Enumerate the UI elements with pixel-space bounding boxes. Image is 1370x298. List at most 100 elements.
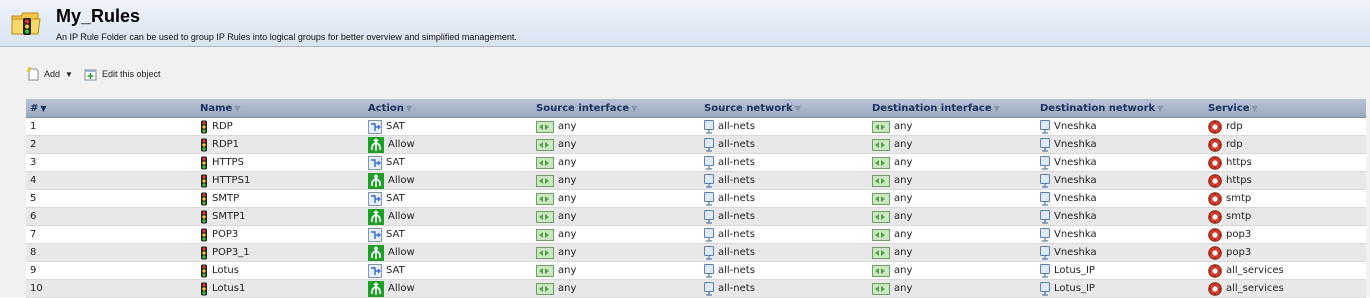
- rule-name[interactable]: HTTPS: [212, 157, 244, 168]
- rule-name[interactable]: RDP: [212, 121, 233, 132]
- table-row[interactable]: 10 Lotus1 Allow any all-nets any Lotus_IP all_s…: [26, 279, 1366, 298]
- service[interactable]: https: [1226, 175, 1252, 186]
- sort-icon: ▼: [1157, 103, 1164, 113]
- network-object-icon: [704, 173, 714, 188]
- interface-icon: [872, 246, 890, 259]
- column-header-destination-network[interactable]: Destination network ▼: [1036, 99, 1204, 118]
- column-header-source-interface[interactable]: Source interface ▼: [532, 99, 700, 118]
- destination-interface[interactable]: any: [894, 283, 912, 294]
- destination-network[interactable]: Vneshka: [1054, 247, 1097, 258]
- table-row[interactable]: 6 SMTP1 Allow any all-nets any Vneshka smtp: [26, 207, 1366, 226]
- source-interface[interactable]: any: [558, 211, 576, 222]
- interface-icon: [536, 264, 554, 277]
- source-interface[interactable]: any: [558, 229, 576, 240]
- destination-interface[interactable]: any: [894, 157, 912, 168]
- destination-interface[interactable]: any: [894, 265, 912, 276]
- service[interactable]: all_services: [1226, 283, 1284, 294]
- column-header-source-network[interactable]: Source network ▼: [700, 99, 868, 118]
- table-row[interactable]: 7 POP3 SAT any all-nets any Vneshka pop3: [26, 225, 1366, 244]
- destination-network[interactable]: Vneshka: [1054, 229, 1097, 240]
- network-object-icon: [704, 263, 714, 278]
- add-button[interactable]: Add ▼: [26, 66, 73, 82]
- source-interface[interactable]: any: [558, 265, 576, 276]
- destination-network[interactable]: Vneshka: [1054, 121, 1097, 132]
- destination-network[interactable]: Lotus_IP: [1054, 265, 1095, 276]
- network-object-icon: [704, 119, 714, 134]
- source-interface[interactable]: any: [558, 139, 576, 150]
- service[interactable]: smtp: [1226, 211, 1251, 222]
- edit-object-button[interactable]: Edit this object: [84, 66, 161, 82]
- destination-network[interactable]: Vneshka: [1054, 139, 1097, 150]
- source-interface[interactable]: any: [558, 283, 576, 294]
- rule-name[interactable]: Lotus: [212, 265, 239, 276]
- network-object-icon: [704, 209, 714, 224]
- source-network[interactable]: all-nets: [718, 265, 755, 276]
- rule-number: 9: [26, 261, 196, 280]
- service[interactable]: pop3: [1226, 229, 1251, 240]
- source-network[interactable]: all-nets: [718, 211, 755, 222]
- service[interactable]: rdp: [1226, 139, 1243, 150]
- source-network[interactable]: all-nets: [718, 139, 755, 150]
- source-network[interactable]: all-nets: [718, 121, 755, 132]
- sort-icon: ▼: [631, 103, 638, 113]
- sort-icon: ▼: [405, 103, 413, 113]
- rule-name[interactable]: SMTP: [212, 193, 239, 204]
- destination-network[interactable]: Vneshka: [1054, 211, 1097, 222]
- allow-action-icon: [368, 244, 384, 261]
- destination-interface[interactable]: any: [894, 121, 912, 132]
- column-header-action[interactable]: Action ▼: [364, 99, 532, 118]
- rule-number: 8: [26, 243, 196, 262]
- allow-action-icon: [368, 208, 384, 225]
- service[interactable]: pop3: [1226, 247, 1251, 258]
- sort-icon: ▼: [993, 103, 1000, 113]
- rule-name[interactable]: POP3_1: [212, 247, 250, 258]
- table-row[interactable]: 9 Lotus SAT any all-nets any Lotus_IP all_servi…: [26, 261, 1366, 280]
- service[interactable]: all_services: [1226, 265, 1284, 276]
- source-network[interactable]: all-nets: [718, 193, 755, 204]
- service[interactable]: smtp: [1226, 193, 1251, 204]
- rule-name[interactable]: HTTPS1: [212, 175, 250, 186]
- rule-action: SAT: [386, 121, 405, 132]
- table-row[interactable]: 2 RDP1 Allow any all-nets any Vneshka rdp: [26, 135, 1366, 154]
- table-row[interactable]: 5 SMTP SAT any all-nets any Vneshka smtp: [26, 189, 1366, 208]
- rule-name[interactable]: POP3: [212, 229, 238, 240]
- network-object-icon: [1040, 209, 1050, 224]
- source-interface[interactable]: any: [558, 121, 576, 132]
- column-header-destination-interface[interactable]: Destination interface ▼: [868, 99, 1036, 118]
- destination-interface[interactable]: any: [894, 139, 912, 150]
- destination-interface[interactable]: any: [894, 247, 912, 258]
- table-row[interactable]: 8 POP3_1 Allow any all-nets any Vneshka pop3: [26, 243, 1366, 262]
- destination-network[interactable]: Vneshka: [1054, 175, 1097, 186]
- source-network[interactable]: all-nets: [718, 283, 755, 294]
- destination-interface[interactable]: any: [894, 175, 912, 186]
- destination-interface[interactable]: any: [894, 229, 912, 240]
- source-network[interactable]: all-nets: [718, 247, 755, 258]
- destination-interface[interactable]: any: [894, 193, 912, 204]
- column-header-name[interactable]: Name ▼: [196, 99, 364, 118]
- column-header-service[interactable]: Service ▼: [1204, 99, 1366, 118]
- table-row[interactable]: 4 HTTPS1 Allow any all-nets any Vneshka https: [26, 171, 1366, 190]
- destination-network[interactable]: Vneshka: [1054, 157, 1097, 168]
- table-row[interactable]: 3 HTTPS SAT any all-nets any Vneshka https: [26, 153, 1366, 172]
- source-network[interactable]: all-nets: [718, 157, 755, 168]
- traffic-light-icon: [201, 228, 207, 241]
- destination-network[interactable]: Lotus_IP: [1054, 283, 1095, 294]
- service-icon: [1208, 137, 1222, 152]
- destination-interface[interactable]: any: [894, 211, 912, 222]
- service-icon: [1208, 245, 1222, 260]
- source-interface[interactable]: any: [558, 193, 576, 204]
- rule-name[interactable]: Lotus1: [212, 283, 245, 294]
- source-network[interactable]: all-nets: [718, 175, 755, 186]
- source-interface[interactable]: any: [558, 175, 576, 186]
- rule-name[interactable]: SMTP1: [212, 211, 245, 222]
- table-row[interactable]: 1 RDP SAT any all-nets any Vneshka rdp: [26, 117, 1366, 136]
- rule-name[interactable]: RDP1: [212, 139, 239, 150]
- source-interface[interactable]: any: [558, 157, 576, 168]
- destination-network[interactable]: Vneshka: [1054, 193, 1097, 204]
- service[interactable]: https: [1226, 157, 1252, 168]
- source-interface[interactable]: any: [558, 247, 576, 258]
- column-header-number[interactable]: # ▼: [26, 99, 196, 118]
- page-header: My_Rules An IP Rule Folder can be used t…: [0, 0, 1370, 47]
- source-network[interactable]: all-nets: [718, 229, 755, 240]
- service[interactable]: rdp: [1226, 121, 1243, 132]
